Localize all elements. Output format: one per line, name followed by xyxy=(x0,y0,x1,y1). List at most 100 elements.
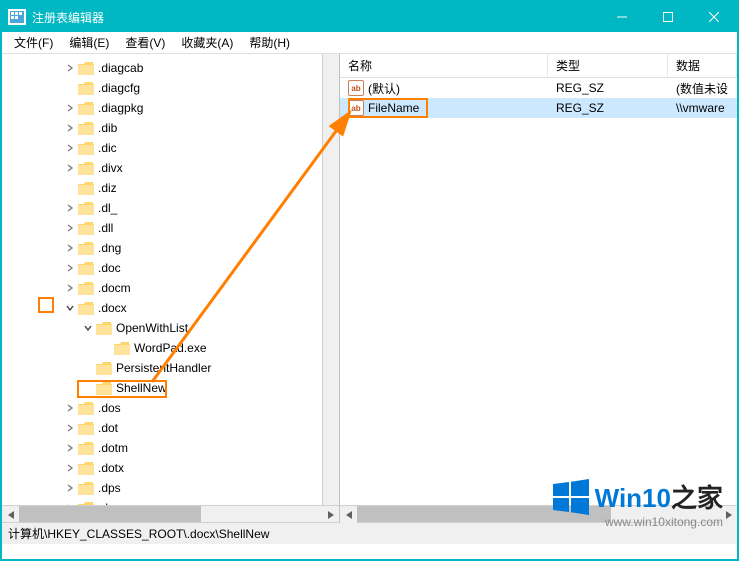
maximize-button[interactable] xyxy=(645,2,691,32)
menu-view[interactable]: 查看(V) xyxy=(117,32,173,53)
tree-node-label: .dotm xyxy=(98,441,128,455)
tree-node[interactable]: .dib xyxy=(2,118,339,138)
tree-node[interactable]: .dotx xyxy=(2,458,339,478)
tree-spacer xyxy=(100,342,112,354)
scroll-track[interactable] xyxy=(19,506,322,522)
list-body[interactable]: ab(默认) REG_SZ(数值未设abFileNameREG_SZ\\vmwar… xyxy=(340,78,737,118)
folder-icon xyxy=(96,362,112,375)
folder-icon xyxy=(78,182,94,195)
chevron-right-icon[interactable] xyxy=(64,402,76,414)
tree-node-label: .dot xyxy=(98,421,118,435)
watermark-brand-b: 之家 xyxy=(671,483,723,513)
chevron-right-icon[interactable] xyxy=(64,262,76,274)
value-type: REG_SZ xyxy=(548,81,668,95)
tree-node-label: .diagpkg xyxy=(98,101,143,115)
chevron-right-icon[interactable] xyxy=(64,242,76,254)
tree-node-label: .dos xyxy=(98,401,121,415)
tree-node-label: ShellNew xyxy=(116,381,167,395)
tree-node[interactable]: .dot xyxy=(2,418,339,438)
close-button[interactable] xyxy=(691,2,737,32)
chevron-right-icon[interactable] xyxy=(64,282,76,294)
scroll-thumb[interactable] xyxy=(19,506,201,522)
tree-node[interactable]: .divx xyxy=(2,158,339,178)
tree-node[interactable]: .dotm xyxy=(2,438,339,458)
chevron-right-icon[interactable] xyxy=(64,442,76,454)
folder-icon xyxy=(78,402,94,415)
registry-tree[interactable]: .diagcab .diagcfg .diagpkg .dib .dic .divx.di… xyxy=(2,54,339,522)
chevron-right-icon[interactable] xyxy=(64,422,76,434)
tree-node[interactable]: .doc xyxy=(2,258,339,278)
scroll-left-button[interactable] xyxy=(340,506,357,523)
folder-icon xyxy=(78,82,94,95)
regedit-icon xyxy=(8,9,26,25)
tree-node[interactable]: .dps xyxy=(2,478,339,498)
tree-node-label: .diagcab xyxy=(98,61,143,75)
tree-node-label: OpenWithList xyxy=(116,321,188,335)
tree-node[interactable]: .docm xyxy=(2,278,339,298)
folder-icon xyxy=(78,142,94,155)
value-name: (默认) xyxy=(368,80,400,97)
column-header-data[interactable]: 数据 xyxy=(668,54,737,77)
tree-node[interactable]: .dl_ xyxy=(2,198,339,218)
scroll-right-button[interactable] xyxy=(322,506,339,522)
folder-icon xyxy=(114,342,130,355)
folder-icon xyxy=(78,242,94,255)
chevron-right-icon[interactable] xyxy=(64,62,76,74)
chevron-right-icon[interactable] xyxy=(64,142,76,154)
string-value-icon: ab xyxy=(348,100,364,116)
chevron-right-icon[interactable] xyxy=(64,482,76,494)
folder-icon xyxy=(96,382,112,395)
chevron-right-icon[interactable] xyxy=(64,222,76,234)
tree-node[interactable]: .dic xyxy=(2,138,339,158)
chevron-down-icon[interactable] xyxy=(82,322,94,334)
column-header-type[interactable]: 类型 xyxy=(548,54,668,77)
folder-icon xyxy=(78,422,94,435)
tree-node[interactable]: .diagcfg xyxy=(2,78,339,98)
tree-node-label: PersistentHandler xyxy=(116,361,211,375)
tree-node[interactable]: .dng xyxy=(2,238,339,258)
chevron-down-icon[interactable] xyxy=(64,302,76,314)
folder-icon xyxy=(78,162,94,175)
minimize-button[interactable] xyxy=(599,2,645,32)
tree-scrollbar-horizontal[interactable] xyxy=(2,505,339,522)
tree-node[interactable]: OpenWithList xyxy=(2,318,339,338)
folder-icon xyxy=(78,102,94,115)
menu-edit[interactable]: 编辑(E) xyxy=(61,32,117,53)
folder-icon xyxy=(78,442,94,455)
tree-node[interactable]: .dll xyxy=(2,218,339,238)
value-data: (数值未设 xyxy=(668,80,737,97)
folder-icon xyxy=(78,302,94,315)
chevron-right-icon[interactable] xyxy=(64,162,76,174)
tree-node-label: .dic xyxy=(98,141,117,155)
tree-node-label: .dotx xyxy=(98,461,124,475)
tree-node-label: .dps xyxy=(98,481,121,495)
chevron-right-icon[interactable] xyxy=(64,202,76,214)
tree-node-label: .docx xyxy=(98,301,127,315)
tree-node-label: .dng xyxy=(98,241,121,255)
tree-scrollbar-vertical[interactable] xyxy=(322,54,339,505)
tree-node[interactable]: .diz xyxy=(2,178,339,198)
chevron-right-icon[interactable] xyxy=(64,462,76,474)
list-row[interactable]: ab(默认)REG_SZ(数值未设 xyxy=(340,78,737,98)
tree-node[interactable]: WordPad.exe xyxy=(2,338,339,358)
tree-node-label: .docm xyxy=(98,281,131,295)
menu-help[interactable]: 帮助(H) xyxy=(241,32,298,53)
tree-node[interactable]: .dos xyxy=(2,398,339,418)
chevron-right-icon[interactable] xyxy=(64,102,76,114)
folder-icon xyxy=(78,202,94,215)
menu-file[interactable]: 文件(F) xyxy=(6,32,61,53)
tree-panel: .diagcab .diagcfg .diagpkg .dib .dic .divx.di… xyxy=(2,54,340,522)
tree-node[interactable]: ShellNew xyxy=(2,378,339,398)
tree-node[interactable]: .diagpkg xyxy=(2,98,339,118)
value-type: REG_SZ xyxy=(548,101,668,115)
tree-spacer xyxy=(64,182,76,194)
scroll-left-button[interactable] xyxy=(2,506,19,522)
tree-node[interactable]: .docx xyxy=(2,298,339,318)
titlebar: 注册表编辑器 xyxy=(2,2,737,32)
tree-node[interactable]: .diagcab xyxy=(2,58,339,78)
menu-favorites[interactable]: 收藏夹(A) xyxy=(173,32,241,53)
chevron-right-icon[interactable] xyxy=(64,122,76,134)
column-header-name[interactable]: 名称 xyxy=(340,54,548,77)
list-row[interactable]: abFileNameREG_SZ\\vmware xyxy=(340,98,737,118)
tree-node[interactable]: PersistentHandler xyxy=(2,358,339,378)
